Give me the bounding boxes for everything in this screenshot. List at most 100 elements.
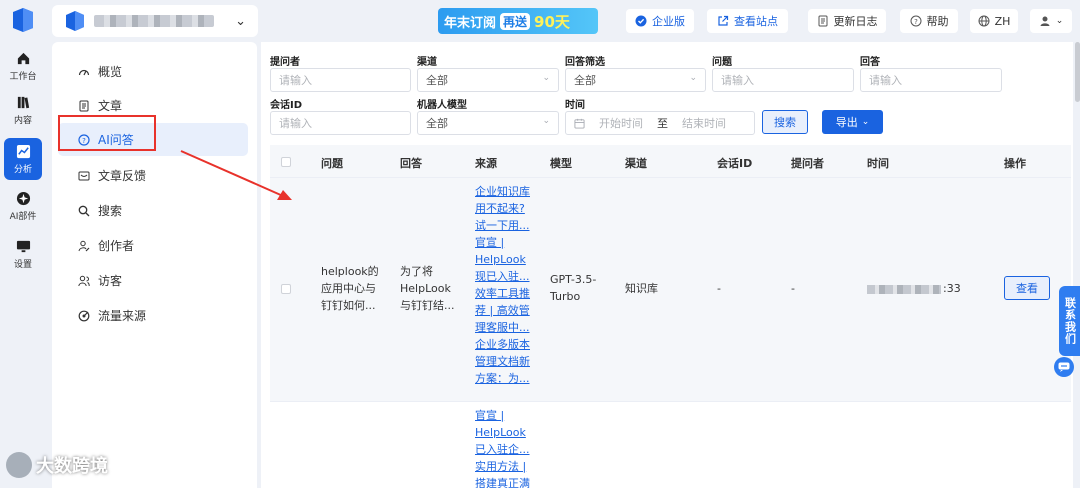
menu-item-overview[interactable]: 概览 (58, 55, 248, 88)
source-link-line[interactable]: 管理文档新 (475, 353, 535, 370)
chevron-down-icon: ⌄ (235, 14, 246, 29)
workspace-select[interactable]: ⌄ (52, 5, 258, 37)
menu-item-creator[interactable]: 创作者 (58, 229, 248, 262)
language-button[interactable]: ZH (970, 9, 1018, 33)
source-links-cell[interactable]: 企业知识库 用不起来? 试一下用... 官宣 | HelpLook 现已入驻..… (475, 183, 535, 387)
source-link-line[interactable]: 已入驻企... (475, 441, 535, 458)
filter-label-time: 时间 (565, 100, 585, 111)
col-answer: 回答 (400, 157, 422, 170)
source-link-line[interactable]: HelpLook (475, 424, 535, 441)
filter-label-answer-filter: 回答筛选 (565, 57, 605, 68)
view-site-button[interactable]: 查看站点 (707, 9, 788, 33)
channel-cell: 知识库 (625, 282, 658, 295)
time-suffix: :33 (943, 282, 961, 295)
app-logo[interactable] (10, 6, 36, 34)
watermark-text: 大数跨境 (36, 456, 108, 477)
col-asker: 提问者 (791, 157, 824, 170)
answer-filter-select[interactable]: 全部 ⌄ (565, 68, 706, 92)
channel-select[interactable]: 全部 ⌄ (417, 68, 559, 92)
rail-item-analytics[interactable]: 分析 (4, 138, 42, 180)
chevron-down-icon: ⌄ (861, 117, 870, 127)
source-link-line[interactable]: 荐 | 高效管 (475, 302, 535, 319)
rail-label: 工作台 (9, 71, 37, 82)
row-checkbox[interactable] (281, 284, 291, 294)
source-link-line[interactable]: 用不起来? (475, 200, 535, 217)
user-menu-button[interactable]: ⌄ (1030, 9, 1072, 33)
source-link-line[interactable]: 实用方法 | (475, 458, 535, 475)
menu-item-search[interactable]: 搜索 (58, 194, 248, 227)
question-input[interactable]: 请输入 (712, 68, 854, 92)
export-button[interactable]: 导出 ⌄ (822, 110, 883, 134)
changelog-button[interactable]: 更新日志 (808, 9, 886, 33)
source-link-line[interactable]: 搭建真正满 (475, 475, 535, 488)
source-link-line[interactable]: 企业多版本 (475, 336, 535, 353)
check-badge-icon (635, 15, 647, 27)
model-line: Turbo (550, 290, 581, 303)
source-link-line[interactable]: 现已入驻... (475, 268, 535, 285)
rail-label: 内容 (13, 115, 32, 126)
channel-value: 全部 (426, 74, 448, 87)
time-redacted (867, 284, 941, 294)
search-button[interactable]: 搜索 (762, 110, 808, 134)
enterprise-button[interactable]: 企业版 (626, 9, 694, 33)
banner-pill: 再送 (500, 12, 531, 30)
promo-banner[interactable]: 年末订阅 再送 90天 (438, 8, 598, 34)
source-link-line[interactable]: 官宣 | (475, 234, 535, 251)
rail-item-content[interactable]: 内容 (0, 90, 46, 130)
view-site-label: 查看站点 (734, 15, 778, 28)
primary-nav-rail: 工作台 内容 分析 AI部件 设置 (0, 42, 46, 488)
asker-cell: - (791, 282, 795, 295)
workspace-name-redacted (94, 15, 214, 27)
help-button[interactable]: ? 帮助 (900, 9, 958, 33)
traffic-icon (78, 310, 90, 321)
model-line: GPT-3.5- (550, 273, 597, 286)
menu-item-traffic-source[interactable]: 流量来源 (58, 299, 248, 332)
start-time-placeholder: 开始时间 (599, 117, 643, 130)
menu-label: 创作者 (98, 239, 135, 253)
source-link-line[interactable]: 官宣 | (475, 407, 535, 424)
bot-model-select[interactable]: 全部 ⌄ (417, 111, 559, 135)
session-id-cell: - (717, 282, 721, 295)
source-link-line[interactable]: 效率工具推 (475, 285, 535, 302)
table-row: helplook的 应用中心与 钉钉如何... 为了将 HelpLook 与钉钉… (270, 178, 1071, 402)
creator-icon (78, 240, 90, 251)
search-label: 搜索 (774, 116, 796, 129)
contact-us-tab[interactable]: 联系我们 (1059, 286, 1080, 356)
source-link-line[interactable]: 方案：为... (475, 370, 535, 387)
filter-label-asker: 提问者 (270, 57, 300, 68)
col-question: 问题 (321, 157, 343, 170)
question-line: 钉钉如何... (321, 299, 376, 312)
chat-icon[interactable] (1054, 357, 1074, 377)
source-links-cell[interactable]: 官宣 | HelpLook 已入驻企... 实用方法 | 搭建真正满 (475, 407, 535, 488)
menu-item-visitor[interactable]: 访客 (58, 264, 248, 297)
search-icon (78, 205, 90, 216)
select-all-checkbox[interactable] (281, 157, 291, 167)
filter-label-channel: 渠道 (417, 57, 437, 68)
answer-input[interactable]: 请输入 (860, 68, 1002, 92)
source-link-line[interactable]: 理客服中... (475, 319, 535, 336)
page-scrollbar[interactable] (1075, 42, 1080, 102)
source-link-line[interactable]: HelpLook (475, 251, 535, 268)
ai-widget-icon (16, 191, 30, 205)
document-icon (818, 15, 827, 27)
watermark-logo-icon (6, 452, 32, 478)
asker-input[interactable]: 请输入 (270, 68, 411, 92)
menu-item-article-feedback[interactable]: 文章反馈 (58, 159, 248, 192)
source-link-line[interactable]: 企业知识库 (475, 183, 535, 200)
calendar-icon (574, 118, 585, 129)
answer-cell: 为了将 HelpLook 与钉钉结... (400, 263, 455, 314)
source-link-line[interactable]: 试一下用... (475, 217, 535, 234)
chevron-down-icon: ⌄ (689, 73, 697, 83)
time-range-picker[interactable]: 开始时间 至 结束时间 (565, 111, 755, 135)
col-action: 操作 (1004, 157, 1026, 170)
rail-item-settings[interactable]: 设置 (0, 234, 46, 274)
rail-item-ai-widget[interactable]: AI部件 (0, 186, 46, 226)
analytics-menu: 概览 文章 ? AI问答 文章反馈 搜索 创作者 访客 流量来源 (52, 42, 257, 488)
end-time-placeholder: 结束时间 (682, 117, 726, 130)
session-id-input[interactable]: 请输入 (270, 111, 411, 135)
help-circle-icon: ? (910, 15, 921, 27)
rail-item-workbench[interactable]: 工作台 (0, 46, 46, 86)
view-button[interactable]: 查看 (1004, 276, 1050, 300)
view-label: 查看 (1016, 282, 1038, 295)
workspace-logo-icon (66, 11, 84, 31)
